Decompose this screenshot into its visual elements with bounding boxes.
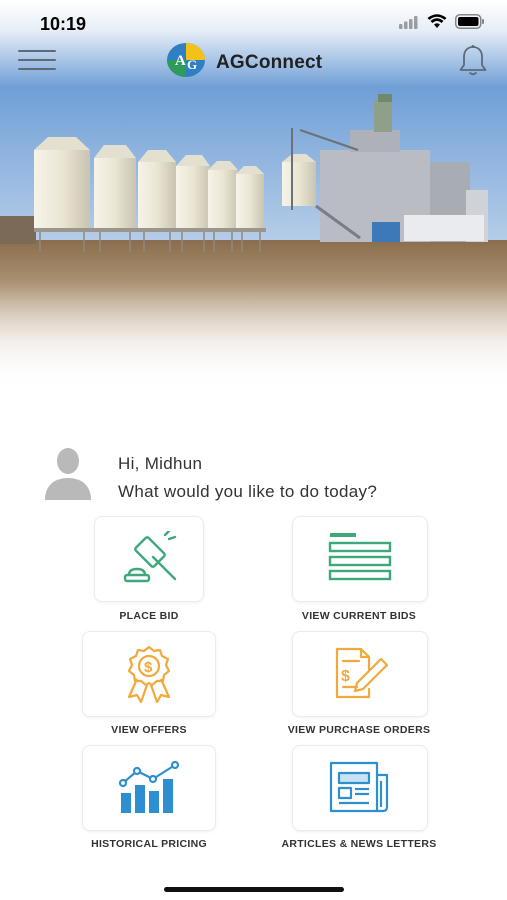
articles-newsletters-label: ARTICLES & NEWS LETTERS xyxy=(281,838,437,850)
document-pen-icon: $ xyxy=(335,647,389,699)
place-bid-tile[interactable]: PLACE BID xyxy=(70,516,228,626)
view-current-bids-tile[interactable]: VIEW CURRENT BIDS xyxy=(278,516,440,626)
articles-newsletters-tile[interactable]: ARTICLES & NEWS LETTERS xyxy=(268,745,450,855)
gavel-icon xyxy=(123,531,177,583)
bell-icon xyxy=(459,45,487,76)
newspaper-icon xyxy=(329,761,389,813)
svg-text:$: $ xyxy=(341,668,350,685)
view-current-bids-label: VIEW CURRENT BIDS xyxy=(301,610,417,622)
battery-icon xyxy=(455,14,485,34)
app-title: AGConnect xyxy=(216,51,323,73)
user-avatar-icon xyxy=(45,448,91,500)
view-purchase-orders-tile[interactable]: $ VIEW PURCHASE ORDERS xyxy=(272,631,446,741)
svg-text:$: $ xyxy=(144,659,153,676)
greeting-hello: Hi, Midhun xyxy=(118,454,203,473)
avatar[interactable] xyxy=(42,444,94,500)
place-bid-label: PLACE BID xyxy=(119,610,179,622)
notifications-button[interactable] xyxy=(457,44,489,78)
status-bar: 10:19 xyxy=(0,0,507,48)
menu-button[interactable] xyxy=(18,46,58,74)
svg-text:A: A xyxy=(175,53,186,69)
greeting-section: Hi, Midhun What would you like to do tod… xyxy=(42,444,472,504)
historical-pricing-label: HISTORICAL PRICING xyxy=(91,838,207,850)
greeting-text: Hi, Midhun What would you like to do tod… xyxy=(118,450,377,506)
svg-text:G: G xyxy=(187,57,197,72)
greeting-prompt: What would you like to do today? xyxy=(118,482,378,501)
ag-logo-icon: A G xyxy=(166,42,206,83)
historical-pricing-tile[interactable]: HISTORICAL PRICING xyxy=(70,745,228,855)
view-offers-tile[interactable]: $ VIEW OFFERS xyxy=(70,631,228,741)
bar-chart-icon xyxy=(118,761,180,813)
brand: A G AGConnect xyxy=(166,42,322,83)
view-purchase-orders-label: VIEW PURCHASE ORDERS xyxy=(287,724,431,736)
home-indicator[interactable] xyxy=(164,887,344,892)
signal-icon xyxy=(399,15,419,34)
dollar-badge-icon: $ xyxy=(127,645,171,703)
nav-bar: A G AGConnect xyxy=(0,42,507,82)
list-icon xyxy=(328,533,392,581)
view-offers-label: VIEW OFFERS xyxy=(111,724,187,736)
status-time: 10:19 xyxy=(40,14,87,34)
wifi-icon xyxy=(427,14,447,34)
